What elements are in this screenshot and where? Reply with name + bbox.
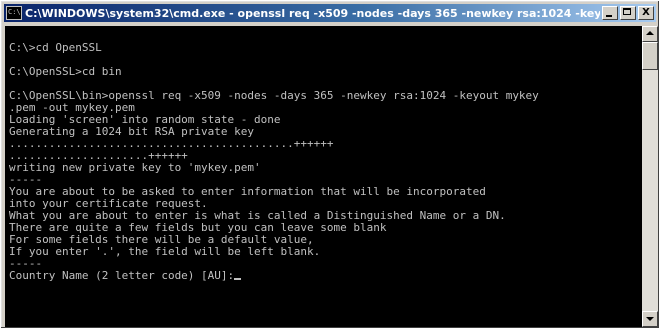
text-cursor: [234, 278, 242, 280]
console-icon[interactable]: C:\: [6, 6, 22, 20]
window-title: C:\WINDOWS\system32\cmd.exe - openssl re…: [25, 6, 600, 20]
maximize-button[interactable]: [620, 6, 636, 20]
vertical-scrollbar[interactable]: [642, 26, 658, 327]
title-bar[interactable]: C:\ C:\WINDOWS\system32\cmd.exe - openss…: [4, 4, 656, 22]
scroll-thumb[interactable]: [642, 42, 658, 70]
close-button[interactable]: X: [638, 6, 654, 20]
console-line: Country Name (2 letter code) [AU]:: [9, 270, 642, 282]
scroll-down-button[interactable]: [642, 311, 658, 327]
scroll-up-button[interactable]: [642, 26, 658, 42]
console-output[interactable]: C:\>cd OpenSSL C:\OpenSSL>cd bin C:\OpenSS…: [5, 26, 642, 327]
window-controls: X: [600, 6, 654, 20]
minimize-button[interactable]: [602, 6, 618, 20]
console-text: C:\>cd OpenSSL C:\OpenSSL>cd bin C:\OpenSS…: [5, 26, 642, 282]
console-line: If you enter '.', the field will be left…: [9, 245, 321, 258]
console-line: writing new private key to 'mykey.pem': [9, 161, 261, 174]
console-line: C:\OpenSSL>cd bin: [9, 65, 122, 78]
cmd-window: C:\ C:\WINDOWS\system32\cmd.exe - openss…: [0, 0, 660, 329]
console-line: C:\>cd OpenSSL: [9, 41, 102, 54]
